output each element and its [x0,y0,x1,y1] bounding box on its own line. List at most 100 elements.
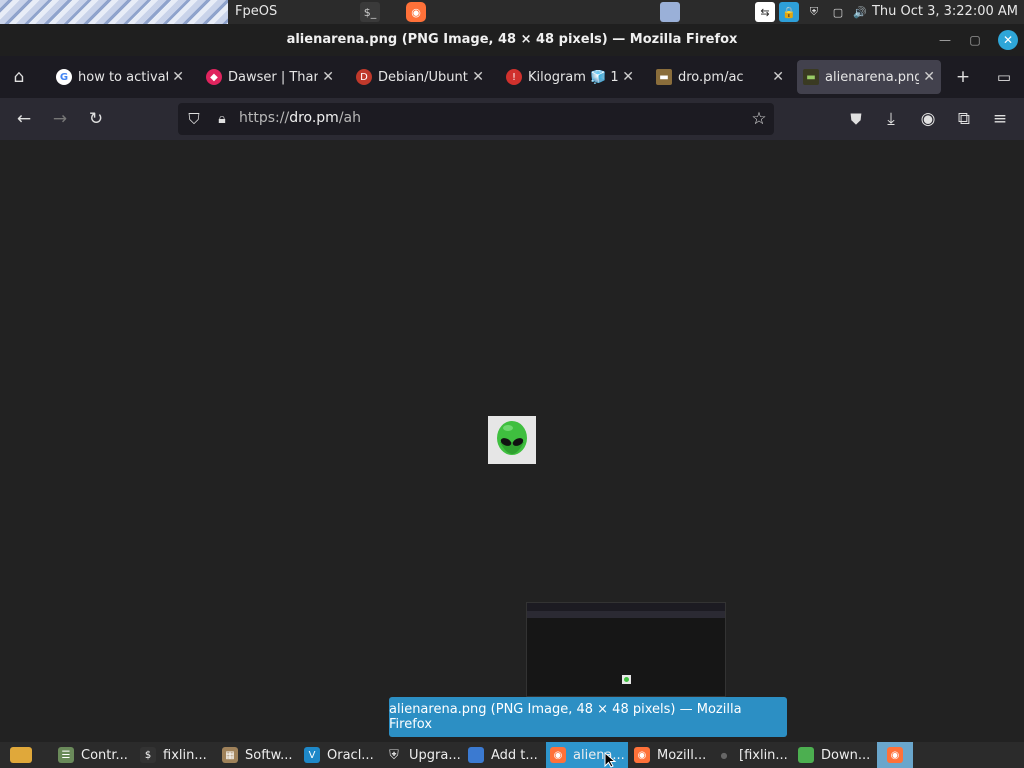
tab-active[interactable]: ▬ alienarena.png ✕ [797,60,941,94]
url-text[interactable]: https://dro.pm/ah [239,110,361,126]
close-tab-icon[interactable]: ✕ [772,69,784,85]
window-title: alienarena.png (PNG Image, 48 × 48 pixel… [286,32,738,47]
bookmark-star-icon[interactable]: ☆ [748,108,770,130]
taskbar-item-label: fixlin... [163,747,207,763]
tab[interactable]: ▬ dro.pm/ac ✕ [650,60,790,94]
taskbar-item-label: [fixlin... [739,747,788,763]
close-button[interactable]: ✕ [998,30,1018,50]
image-icon: ▬ [803,69,819,85]
taskbar-item-label: Softw... [245,747,293,763]
google-icon: G [56,69,72,85]
tab-label: dro.pm/ac [678,69,744,85]
terminal-icon: $ [140,747,156,763]
tab-label: Dawser | Thany [228,69,319,85]
terminal-icon[interactable]: $_ [360,2,380,22]
firefox-icon: ◉ [550,747,566,763]
shield-icon[interactable]: ⛉ [183,108,205,130]
taskbar-item[interactable]: ⛨ Upgra... [382,742,462,768]
software-icon: ▦ [222,747,238,763]
close-tab-icon[interactable]: ✕ [172,69,184,85]
firefox-icon[interactable]: ◉ [406,2,426,22]
taskbar-item-label: Upgra... [409,747,461,763]
window-icon[interactable]: ▢ [828,2,848,22]
kilogram-icon: ! [506,69,522,85]
close-tab-icon[interactable]: ✕ [923,69,935,85]
tab[interactable]: D Debian/Ubuntu ✕ [350,60,490,94]
taskbar-item-label: Mozill... [657,747,707,763]
remote-desktop-icon[interactable]: ⇆ [755,2,775,22]
minimize-button[interactable]: — [935,30,955,50]
control-center-icon: ☰ [58,747,74,763]
volume-icon[interactable]: 🔊 [850,2,870,22]
taskbar-item[interactable]: V Oracl... [300,742,380,768]
files-icon [10,747,32,763]
window-icon [468,747,484,763]
preview-alien-image [622,675,631,684]
lock-icon[interactable]: 🔒︎ [211,108,233,130]
taskbar-item[interactable]: ● [fixlin... [712,742,792,768]
tab-label: Kilogram 🧊 1K [528,69,619,85]
window-preview-thumbnail[interactable] [526,602,726,697]
navigation-bar: ← → ↻ ⛉ 🔒︎ https://dro.pm/ah ☆ ⛊ ⤓ ◉ ⧉ ≡ [0,98,1024,140]
dawser-icon: ◆ [206,69,222,85]
taskbar-item-files[interactable] [6,742,38,768]
firefox-view-icon[interactable]: ⌂ [8,66,30,88]
close-tab-icon[interactable]: ✕ [622,69,634,85]
tab[interactable]: ◆ Dawser | Thany ✕ [200,60,340,94]
menu-icon[interactable]: ≡ [989,108,1011,130]
url-bar[interactable]: ⛉ 🔒︎ https://dro.pm/ah ☆ [178,103,774,135]
tab[interactable]: G how to activate ✕ [50,60,190,94]
workspace-thumbnail[interactable] [660,2,680,22]
clock[interactable]: Thu Oct 3, 3:22:00 AM [872,4,1018,19]
folder-icon [798,747,814,763]
window-titlebar[interactable]: alienarena.png (PNG Image, 48 × 48 pixel… [0,24,1024,56]
pocket-icon[interactable]: ⛊ [845,108,867,130]
reload-button[interactable]: ↻ [85,108,107,130]
active-app-title: FpeOS [235,4,278,19]
maximize-button[interactable]: ▢ [965,30,985,50]
new-tab-button[interactable]: + [952,66,974,88]
tab-label: how to activate [78,69,169,85]
taskbar-item-label: Down... [821,747,871,763]
account-icon[interactable]: ◉ [917,108,939,130]
taskbar-item[interactable]: ▦ Softw... [218,742,298,768]
taskbar-item[interactable]: ☰ Contr... [54,742,134,768]
forward-button[interactable]: → [49,108,71,130]
mouse-cursor-icon [604,752,617,768]
alien-image[interactable] [488,416,536,464]
taskbar-tooltip: alienarena.png (PNG Image, 48 × 48 pixel… [389,697,787,737]
taskbar-item-label: Oracl... [327,747,374,763]
shield-icon[interactable]: ⛨ [804,2,824,22]
tab-overview-icon[interactable]: ▭ [993,66,1015,88]
page-content: alienarena.png (PNG Image, 48 × 48 pixel… [0,140,1024,742]
taskbar-item[interactable]: ◉ Mozill... [630,742,710,768]
url-path: /ah [338,110,361,126]
tab-label: alienarena.png [825,69,920,85]
url-host: dro.pm [289,110,339,126]
preview-navbar [527,611,725,618]
debian-icon: D [356,69,372,85]
lock-icon[interactable]: 🔒 [779,2,799,22]
tab[interactable]: ! Kilogram 🧊 1K ✕ [500,60,640,94]
taskbar-item-firefox[interactable]: ◉ [877,742,913,768]
url-prefix: https:// [239,110,290,126]
firefox-icon: ◉ [887,747,903,763]
taskbar-item-label: Add t... [491,747,538,763]
preview-tabbar [527,603,725,611]
top-panel: FpeOS $_ ◉ ⇆ 🔒 ⛨ ▢ 🔊 Thu Oct 3, 3:22:00 … [0,0,1024,24]
taskbar: ☰ Contr... $ fixlin... ▦ Softw... V Orac… [0,742,1024,768]
shield-icon: ⛨ [389,747,399,763]
download-icon[interactable]: ⤓ [880,108,902,130]
desktop-wallpaper-thumbnail[interactable] [0,0,228,24]
close-tab-icon[interactable]: ✕ [472,69,484,85]
folder-icon: ▬ [656,69,672,85]
firefox-icon: ◉ [634,747,650,763]
taskbar-item[interactable]: Down... [794,742,874,768]
virtualbox-icon: V [304,747,320,763]
taskbar-item[interactable]: $ fixlin... [136,742,216,768]
extensions-icon[interactable]: ⧉ [953,108,975,130]
back-button[interactable]: ← [13,108,35,130]
close-tab-icon[interactable]: ✕ [322,69,334,85]
taskbar-item[interactable]: Add t... [464,742,544,768]
tab-bar: ⌂ G how to activate ✕ ◆ Dawser | Thany ✕… [0,56,1024,98]
